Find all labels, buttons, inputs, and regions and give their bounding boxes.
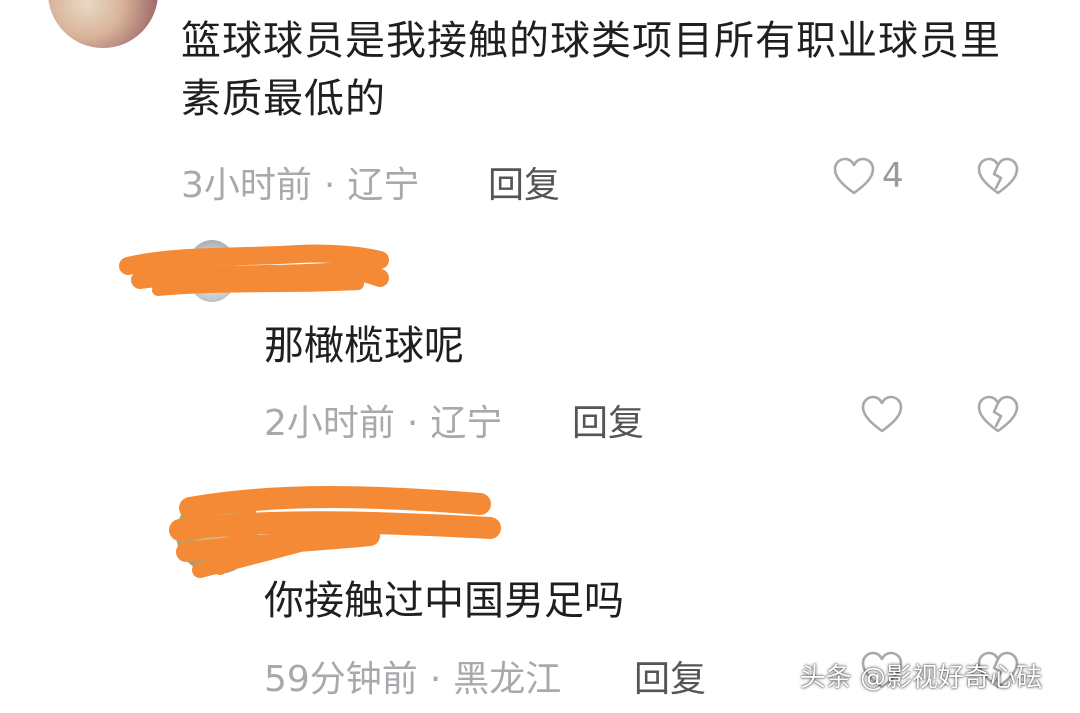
reply-text: 你接触过中国男足吗 (264, 578, 624, 624)
comment-time: 3小时前 (181, 165, 312, 206)
comment-text: 篮球球员是我接触的球类项目所有职业球员里素质最低的 (181, 18, 1001, 122)
like-button[interactable] (860, 394, 904, 434)
avatar[interactable] (176, 494, 258, 574)
comment-time: 2小时前 (264, 403, 395, 444)
avatar[interactable] (48, 0, 158, 48)
comment-location: 辽宁 (347, 165, 420, 206)
reply-button[interactable]: 回复 (634, 650, 706, 702)
avatar[interactable] (186, 240, 238, 302)
like-count: 4 (882, 156, 904, 196)
watermark: 头条 @影视好奇心砝 (799, 663, 1042, 693)
reply-button[interactable]: 回复 (572, 394, 644, 446)
reply-button[interactable]: 回复 (488, 156, 560, 208)
comment-meta: 2小时前 · 辽宁 (264, 403, 503, 444)
reply-text: 那橄榄球呢 (264, 323, 464, 369)
like-button[interactable]: 4 (832, 156, 904, 196)
comment-meta: 59分钟前 · 黑龙江 (264, 659, 562, 700)
heart-outline-icon (833, 157, 875, 195)
comment-location: 黑龙江 (453, 659, 562, 700)
heart-outline-icon (861, 395, 903, 433)
broken-heart-icon[interactable] (976, 156, 1020, 196)
broken-heart-icon[interactable] (976, 394, 1020, 434)
comment-time: 59分钟前 (264, 659, 418, 700)
comment-meta: 3小时前 · 辽宁 (181, 165, 420, 206)
redaction-mark (119, 244, 389, 296)
comment-location: 辽宁 (430, 403, 503, 444)
